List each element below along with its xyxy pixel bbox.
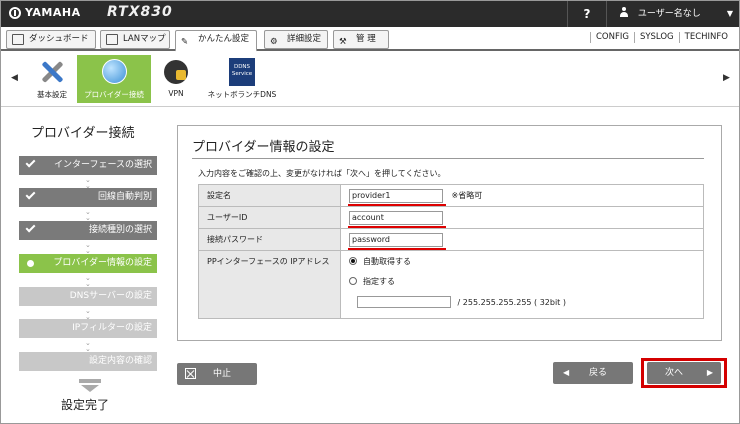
tab-dashboard[interactable]: ダッシュボード	[6, 30, 96, 49]
category-strip: ◀ 基本設定 プロバイダー接続 VPN DDNS Service ネットボランチ…	[1, 53, 739, 107]
userid-input[interactable]: account	[348, 210, 446, 228]
techinfo-link[interactable]: TECHINFO	[678, 32, 733, 43]
config-link[interactable]: CONFIG	[589, 32, 634, 43]
lan-map-icon	[106, 34, 118, 45]
password-label: 接続パスワード	[198, 228, 341, 251]
ddns-icon: DDNS Service	[229, 58, 255, 86]
check-icon	[25, 222, 36, 233]
step-dns-server: DNSサーバーの設定	[19, 287, 157, 306]
close-icon	[185, 368, 196, 379]
category-netvolante-dns[interactable]: DDNS Service ネットボランチDNS	[203, 55, 281, 103]
tab-management[interactable]: ⚒ 管 理	[333, 30, 389, 49]
router-admin-page: YAMAHA RTX830 ? ユーザー名なし ▼ ダッシュボード LANマップ…	[0, 0, 740, 424]
chevron-down-icon: ⌄ ⌄	[85, 339, 91, 353]
check-icon	[25, 189, 36, 200]
category-vpn[interactable]: VPN	[157, 55, 195, 103]
provider-form: 設定名 provider1 ※省略可 ユーザーID account 接続パスワー…	[198, 184, 704, 319]
user-menu[interactable]: ユーザー名なし ▼	[611, 1, 739, 27]
cancel-button[interactable]: 中止	[177, 363, 257, 385]
arrow-down-icon	[79, 379, 101, 393]
step-confirm: 設定内容の確認	[19, 352, 157, 371]
name-label: 設定名	[198, 184, 341, 207]
wand-icon: ✎	[181, 37, 189, 47]
scroll-right-icon[interactable]: ▶	[723, 73, 730, 83]
form-row-userid: ユーザーID account	[198, 206, 704, 229]
brand-logo: YAMAHA	[9, 6, 81, 19]
check-icon	[25, 157, 36, 168]
category-provider[interactable]: プロバイダー接続	[77, 55, 151, 103]
model-name: RTX830	[107, 4, 173, 20]
chevron-down-icon: ⌄ ⌄	[85, 241, 91, 255]
divider	[192, 158, 704, 159]
provider-info-panel: プロバイダー情報の設定 入力内容をご確認の上、変更がなければ「次へ」を押してくだ…	[177, 125, 722, 341]
form-row-password: 接続パスワード password	[198, 228, 704, 251]
ip-manual-radio[interactable]	[349, 277, 357, 285]
panel-description: 入力内容をご確認の上、変更がなければ「次へ」を押してください。	[198, 169, 446, 178]
optional-note: ※省略可	[451, 191, 483, 200]
chevron-down-icon: ⌄ ⌄	[85, 274, 91, 288]
ip-auto-option[interactable]: 自動取得する	[349, 256, 703, 276]
tab-lan-map[interactable]: LANマップ	[100, 30, 170, 49]
help-button[interactable]: ?	[567, 1, 607, 27]
wizard-title: プロバイダー接続	[31, 126, 135, 141]
userid-label: ユーザーID	[198, 206, 341, 229]
current-step-icon	[27, 260, 34, 267]
top-links: CONFIG SYSLOG TECHINFO	[589, 32, 733, 43]
step-complete: 設定完了	[61, 398, 110, 412]
tab-easy-setup[interactable]: ✎ かんたん設定	[175, 30, 257, 52]
top-bar: YAMAHA RTX830 ? ユーザー名なし ▼	[1, 1, 739, 27]
ip-manual-option[interactable]: 指定する	[349, 276, 703, 292]
back-button[interactable]: 戻る	[553, 362, 633, 384]
ip-label: PPインターフェースの IPアドレス	[198, 250, 341, 319]
step-line-detect: 回線自動判別	[19, 188, 157, 207]
user-icon	[619, 7, 629, 17]
step-ip-filter: IPフィルターの設定	[19, 319, 157, 338]
next-button[interactable]: 次へ	[647, 362, 721, 384]
tools-icon	[41, 59, 63, 85]
password-input[interactable]: password	[348, 232, 446, 250]
ip-auto-radio[interactable]	[349, 257, 357, 265]
form-row-ip: PPインターフェースの IPアドレス 自動取得する 指定する / 255.255…	[198, 250, 704, 319]
category-basic[interactable]: 基本設定	[31, 55, 73, 103]
globe-icon	[102, 59, 127, 84]
form-row-name: 設定名 provider1 ※省略可	[198, 184, 704, 207]
panel-title: プロバイダー情報の設定	[192, 140, 335, 155]
wrench-icon: ⚒	[339, 37, 347, 47]
scroll-left-icon[interactable]: ◀	[11, 73, 18, 83]
vpn-lock-icon	[164, 60, 188, 84]
chevron-down-icon: ⌄ ⌄	[85, 208, 91, 222]
step-interface: インターフェースの選択	[19, 156, 157, 175]
ip-mask-text: / 255.255.255.255 ( 32bit )	[457, 297, 566, 307]
user-name: ユーザー名なし	[637, 9, 701, 19]
gear-icon: ⚙	[270, 37, 278, 47]
ip-address-input[interactable]	[357, 296, 451, 308]
main-nav: ダッシュボード LANマップ ✎ かんたん設定 ⚙ 詳細設定 ⚒ 管 理 CON…	[1, 27, 739, 52]
dashboard-icon	[12, 34, 24, 45]
tab-advanced-settings[interactable]: ⚙ 詳細設定	[264, 30, 328, 49]
syslog-link[interactable]: SYSLOG	[633, 32, 679, 43]
name-input[interactable]: provider1	[348, 188, 446, 206]
step-connection-type: 接続種別の選択	[19, 221, 157, 240]
chevron-down-icon: ▼	[726, 9, 733, 18]
step-provider-info: プロバイダー情報の設定	[19, 254, 157, 273]
yamaha-logo-icon	[9, 6, 21, 19]
brand-name: YAMAHA	[25, 6, 81, 19]
